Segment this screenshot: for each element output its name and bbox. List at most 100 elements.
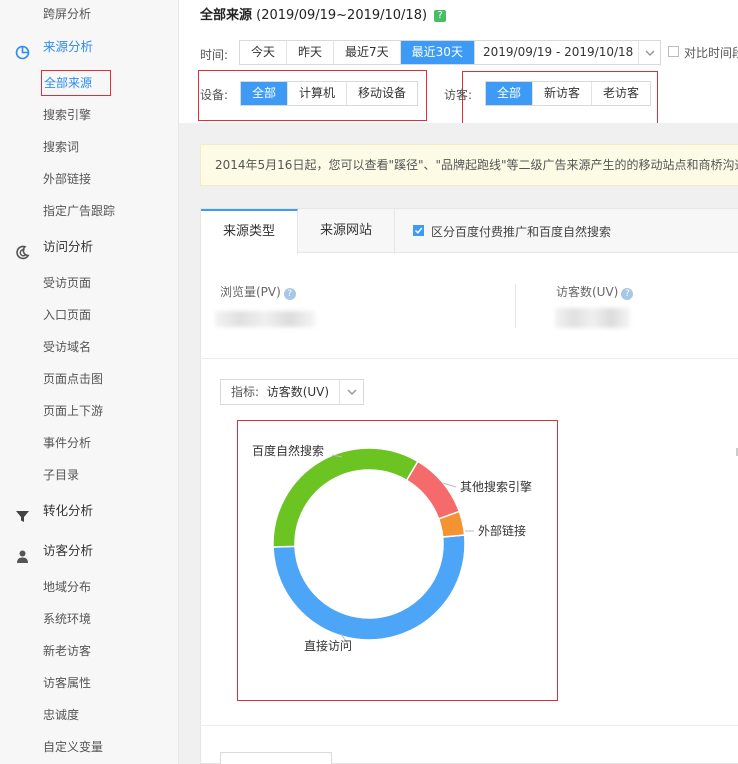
sidebar-item-current[interactable]: 全部来源 (0, 67, 179, 99)
sidebar-item-22[interactable]: 自定义变量 (0, 731, 179, 763)
sidebar-item-label: 系统环境 (43, 612, 92, 626)
device-label: 设备: (200, 88, 229, 102)
download-button[interactable] (220, 752, 332, 764)
device-option-0[interactable]: 全部 (241, 82, 289, 105)
sidebar-item-5[interactable]: 外部链接 (0, 163, 179, 195)
sidebar-item-label: 地域分布 (43, 580, 92, 594)
slice-direct-visit[interactable] (272, 534, 466, 641)
visitor-button-group: 全部 新访客 老访客 (485, 81, 652, 106)
sidebar-item-label: 新老访客 (43, 644, 92, 658)
device-option-2[interactable]: 移动设备 (347, 82, 417, 105)
sidebar-item-10[interactable]: 受访域名 (0, 331, 179, 363)
uv-value-blurred (555, 308, 630, 328)
sidebar-item-label: 页面点击图 (43, 372, 104, 386)
slice-label: 百度自然搜索 (252, 443, 324, 458)
main-content: 全部来源 (2019/09/19~2019/10/18) ? 时间: 今天 昨天最… (179, 0, 738, 764)
page-title: 全部来源 (2019/09/19~2019/10/18) ? (200, 4, 447, 23)
tab-source-type[interactable]: 来源类型 (201, 209, 298, 254)
sidebar-item-9[interactable]: 入口页面 (0, 299, 179, 331)
funnel-icon (15, 504, 30, 522)
date-range-picker[interactable]: 2019/09/19 - 2019/10/18 (474, 40, 661, 65)
sidebar-item-6[interactable]: 指定广告跟踪 (0, 195, 179, 227)
time-option-3[interactable]: 最近30天 (400, 41, 474, 64)
sidebar-item-label: 事件分析 (43, 436, 92, 450)
visitor-option-2[interactable]: 老访客 (592, 82, 650, 105)
sidebar-item-label: 转化分析 (43, 503, 94, 518)
sidebar-item-label: 跨屏分析 (43, 7, 92, 21)
sidebar-item-13[interactable]: 事件分析 (0, 427, 179, 459)
sidebar-item-label: 入口页面 (43, 308, 92, 322)
visitor-label: 访客: (444, 88, 473, 102)
indicator-label: 指标: (231, 385, 260, 399)
sidebar-item-0[interactable]: 跨屏分析 (0, 0, 179, 30)
sidebar-item-label: 搜索词 (43, 140, 80, 154)
sidebar-item-21[interactable]: 忠诚度 (0, 699, 179, 731)
visitor-option-1[interactable]: 新访客 (533, 82, 593, 105)
sidebar-item-label: 忠诚度 (43, 708, 80, 722)
uv-label-text: 访客数(UV) (556, 285, 619, 299)
compare-label: 对比时间段 (684, 46, 738, 60)
sidebar-item-label: 全部来源 (41, 70, 111, 96)
visitor-option-0[interactable]: 全部 (486, 82, 534, 105)
chart-highlight-box: 直接访问 百度自然搜索 其他搜索引擎 外部链接 (237, 420, 558, 701)
pv-label-text: 浏览量(PV) (220, 285, 281, 299)
distinguish-label: 区分百度付费推广和百度自然搜索 (431, 225, 612, 239)
pie-chart-icon (15, 40, 30, 60)
device-button-group: 全部 计算机 移动设备 (240, 81, 419, 106)
metric-divider (515, 284, 516, 328)
sidebar-item-label: 受访页面 (43, 276, 92, 290)
sidebar-item-label: 来源分析 (43, 39, 94, 54)
sidebar-item-12[interactable]: 页面上下游 (0, 395, 179, 427)
sidebar-item-18[interactable]: 系统环境 (0, 603, 179, 635)
device-option-1[interactable]: 计算机 (288, 82, 348, 105)
sidebar-item-label: 子目录 (43, 468, 80, 482)
tab-source-site[interactable]: 来源网站 (298, 209, 395, 254)
page-title-text: 全部来源 (200, 8, 253, 23)
slice-baidu-organic[interactable] (272, 447, 419, 548)
sidebar-item-label: 指定广告跟踪 (43, 204, 116, 218)
sidebar-item-label: 受访域名 (43, 340, 92, 354)
sidebar-item-17[interactable]: 地域分布 (0, 571, 179, 603)
compare-checkbox[interactable] (668, 46, 679, 57)
chevron-down-icon[interactable] (339, 380, 363, 404)
time-option-0[interactable]: 今天 (240, 41, 288, 64)
time-label: 时间: (200, 48, 229, 62)
time-option-1[interactable]: 昨天 (287, 41, 335, 64)
sidebar-item-4[interactable]: 搜索词 (0, 131, 179, 163)
sidebar-item-20[interactable]: 访客属性 (0, 667, 179, 699)
moon-icon (15, 240, 30, 260)
sidebar-item-8[interactable]: 受访页面 (0, 267, 179, 299)
indicator-value: 访客数(UV) (266, 385, 330, 399)
help-icon[interactable]: ? (434, 10, 447, 22)
sidebar: 跨屏分析来源分析全部来源搜索引擎搜索词外部链接指定广告跟踪访问分析受访页面入口页… (0, 0, 179, 764)
slice-other-search[interactable] (405, 460, 461, 520)
indicator-select[interactable]: 指标: 访客数(UV) (220, 379, 364, 405)
sidebar-group-7[interactable]: 访问分析 (0, 231, 179, 263)
notice-banner: 2014年5月16日起，您可以查看"蹊径"、"品牌起跑线"等二级广告来源产生的的… (200, 144, 738, 186)
pv-label: 浏览量(PV)? (220, 283, 296, 300)
sidebar-item-14[interactable]: 子目录 (0, 459, 179, 491)
time-button-group: 今天 昨天 最近7天 最近30天 (239, 40, 475, 65)
bottom-divider (200, 725, 738, 726)
uv-help-icon[interactable]: ? (621, 288, 634, 300)
sidebar-item-label: 搜索引擎 (43, 108, 92, 122)
slice-label: 外部链接 (478, 523, 526, 538)
sidebar-item-label: 自定义变量 (43, 740, 104, 754)
sidebar-item-label: 访客属性 (43, 676, 92, 690)
donut-chart: 直接访问 百度自然搜索其他搜索引擎外部链接 (252, 443, 532, 653)
time-option-2[interactable]: 最近7天 (334, 41, 401, 64)
distinguish-checkbox[interactable] (413, 225, 424, 236)
page-title-range: (2019/09/19~2019/10/18) (256, 8, 428, 23)
sidebar-group-16[interactable]: 访客分析 (0, 535, 179, 567)
indicator-select-text: 指标: 访客数(UV) (231, 380, 329, 404)
sidebar-item-3[interactable]: 搜索引擎 (0, 99, 179, 131)
date-range-value: 2019/09/19 - 2019/10/18 (483, 45, 634, 59)
slice-label: 直接访问 (304, 638, 352, 653)
sidebar-group-1[interactable]: 来源分析 (0, 31, 179, 63)
pv-help-icon[interactable]: ? (283, 288, 296, 300)
chevron-down-icon[interactable] (638, 41, 660, 64)
sidebar-group-15[interactable]: 转化分析 (0, 495, 179, 527)
uv-label: 访客数(UV)? (556, 283, 634, 300)
sidebar-item-19[interactable]: 新老访客 (0, 635, 179, 667)
sidebar-item-11[interactable]: 页面点击图 (0, 363, 179, 395)
